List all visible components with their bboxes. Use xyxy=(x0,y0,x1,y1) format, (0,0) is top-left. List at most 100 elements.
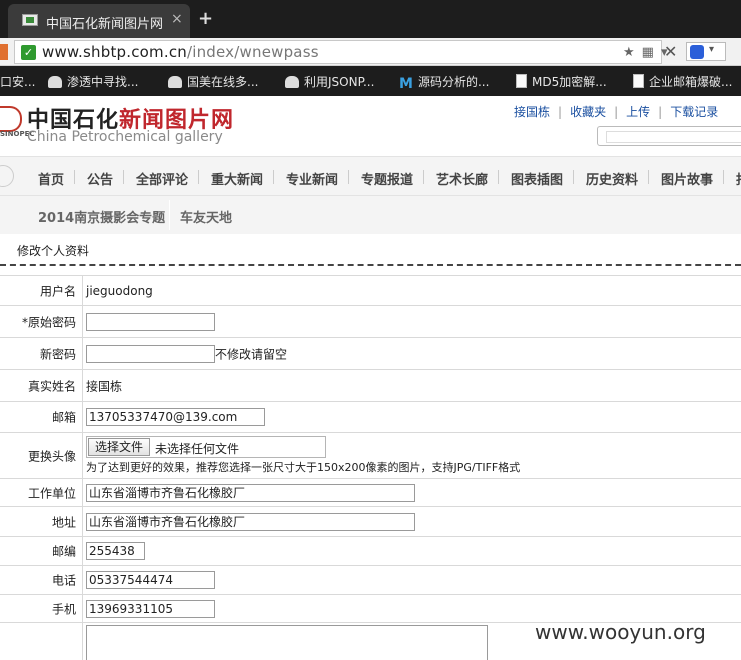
nav-item-art-gallery[interactable]: 艺术长廊 xyxy=(436,169,488,188)
tab-title: 中国石化新闻图片网 xyxy=(46,17,164,32)
zip-label: 邮编 xyxy=(0,537,83,565)
upload-link[interactable]: 上传 xyxy=(626,105,650,119)
nav-item-notice[interactable]: 公告 xyxy=(87,169,113,188)
bookmark-label: 渗透中寻找... xyxy=(67,75,139,89)
download-history-link[interactable]: 下载记录 xyxy=(670,105,718,119)
document-icon xyxy=(633,74,644,88)
label-text: 更换头像 xyxy=(27,449,76,463)
globe-icon xyxy=(0,165,14,187)
nav-divider xyxy=(74,170,75,184)
new-tab-button[interactable]: + xyxy=(198,8,213,29)
watermark-text: www.wooyun.org xyxy=(535,620,706,644)
address-label: 地址 xyxy=(0,507,83,536)
bookmark-item[interactable]: 企业邮箱爆破... xyxy=(633,73,732,90)
nav-item-history[interactable]: 历史资料 xyxy=(586,169,638,188)
qr-code-icon[interactable]: ▦ xyxy=(642,45,654,60)
url-path: /index/wnewpass xyxy=(186,43,319,61)
nav-divider xyxy=(498,170,499,184)
cloud-icon xyxy=(285,76,299,88)
stop-icon[interactable]: ✕ xyxy=(664,42,677,61)
label-text: 手机 xyxy=(51,602,76,616)
nav-item-special-reports[interactable]: 专题报道 xyxy=(361,169,413,188)
bookmark-item[interactable]: MD5加密解... xyxy=(516,73,607,90)
browser-tab[interactable]: 中国石化新闻图片网 × xyxy=(8,4,190,38)
site-header: SINOPEC 中国石化新闻图片网 China Petrochemical ga… xyxy=(0,96,741,156)
form-row-mobile: 手机 13969331105 xyxy=(0,595,741,623)
form-row-avatar: 更换头像 选择文件 未选择任何文件 为了达到更好的效果，推荐您选择一张尺寸大于1… xyxy=(0,433,741,479)
nav-divider xyxy=(348,170,349,184)
sub-nav: 2014南京摄影会专题 车友天地 xyxy=(0,196,741,234)
cloud-icon xyxy=(48,76,62,88)
old-password-label: *原始密码 xyxy=(0,306,83,337)
realname-label: 真实姓名 xyxy=(0,370,83,401)
nav-item-photo-stories[interactable]: 图片故事 xyxy=(661,169,713,188)
bookmark-item[interactable]: M 源码分析的... xyxy=(399,73,489,92)
browser-menu-icon[interactable] xyxy=(0,44,8,60)
realname-value: 接国栋 xyxy=(86,379,123,393)
label-text: 真实姓名 xyxy=(27,379,76,393)
nav-item-comments[interactable]: 全部评论 xyxy=(136,169,188,188)
nav-divider xyxy=(648,170,649,184)
nav-item-charts[interactable]: 图表插图 xyxy=(511,169,563,188)
phone-label: 电话 xyxy=(0,566,83,594)
textarea-field[interactable] xyxy=(86,625,488,660)
url-text[interactable]: www.shbtp.com.cn/index/wnewpass xyxy=(42,43,319,61)
browser-tab-bar: 中国石化新闻图片网 × + xyxy=(0,0,741,38)
form-row-zip: 邮编 255438 xyxy=(0,537,741,566)
favorites-link[interactable]: 收藏夹 xyxy=(570,105,606,119)
search-engine-selector[interactable]: ▾ xyxy=(686,42,726,61)
bookmark-item[interactable]: 利用JSONP... xyxy=(285,73,374,90)
company-label: 工作单位 xyxy=(0,479,83,506)
label-text: 工作单位 xyxy=(27,486,76,500)
page-title: 修改个人资料 xyxy=(17,244,90,258)
bookmark-item[interactable]: 渗透中寻找... xyxy=(48,73,138,90)
divider: | xyxy=(614,105,619,119)
bookmark-item[interactable]: 国美在线多... xyxy=(168,73,258,90)
close-tab-icon[interactable]: × xyxy=(171,11,183,27)
old-password-field[interactable] xyxy=(86,313,215,331)
choose-file-button[interactable]: 选择文件 xyxy=(88,438,151,456)
file-status-text: 未选择任何文件 xyxy=(155,442,240,456)
label-text: 邮箱 xyxy=(51,410,76,425)
form-row-company: 工作单位 山东省淄博市齐鲁石化橡胶厂 xyxy=(0,479,741,507)
divider: | xyxy=(658,105,663,119)
secure-check-icon: ✓ xyxy=(21,45,36,60)
mobile-label: 手机 xyxy=(0,595,83,622)
nav-divider xyxy=(198,170,199,184)
m-logo-icon: M xyxy=(399,76,413,92)
nav-item-more[interactable]: 报 xyxy=(736,169,741,188)
subnav-item-nanjing-photo[interactable]: 2014南京摄影会专题 xyxy=(38,207,165,226)
bookmark-item[interactable]: 口安... xyxy=(0,73,35,90)
url-field[interactable]: ✓ www.shbtp.com.cn/index/wnewpass ★ ▦ ▾ xyxy=(14,40,667,64)
new-password-field[interactable] xyxy=(86,345,215,363)
star-icon[interactable]: ★ xyxy=(623,45,635,60)
phone-field[interactable]: 05337544474 xyxy=(86,571,215,589)
nav-divider xyxy=(123,170,124,184)
sinopec-logo-icon[interactable] xyxy=(0,106,22,132)
avatar-file-input[interactable]: 选择文件 未选择任何文件 xyxy=(86,436,326,458)
zip-field[interactable]: 255438 xyxy=(86,542,145,560)
label-text: 用户名 xyxy=(39,284,76,298)
site-logo-subtitle: China Petrochemical gallery xyxy=(27,129,223,145)
site-search-input[interactable] xyxy=(597,126,741,146)
nav-divider xyxy=(273,170,274,184)
nav-item-professional-news[interactable]: 专业新闻 xyxy=(286,169,338,188)
main-nav: 首页 公告 全部评论 重大新闻 专业新闻 专题报道 艺术长廊 图表插图 历史资料… xyxy=(0,156,741,196)
form-row-realname: 真实姓名 接国栋 xyxy=(0,370,741,402)
company-field[interactable]: 山东省淄博市齐鲁石化橡胶厂 xyxy=(86,484,415,502)
address-field[interactable]: 山东省淄博市齐鲁石化橡胶厂 xyxy=(86,513,415,531)
address-bar-row: ✓ www.shbtp.com.cn/index/wnewpass ★ ▦ ▾ ✕ … xyxy=(0,38,741,66)
email-field[interactable]: 13705337470@139.com xyxy=(86,408,265,426)
username-value: jieguodong xyxy=(86,283,153,298)
label-text: 新密码 xyxy=(39,347,76,361)
nav-item-home[interactable]: 首页 xyxy=(38,169,64,188)
mobile-field[interactable]: 13969331105 xyxy=(86,600,215,618)
bookmark-label: 国美在线多... xyxy=(187,75,259,89)
form-row-username: 用户名 jieguodong xyxy=(0,275,741,306)
avatar-label: 更换头像 xyxy=(0,433,83,478)
nav-item-major-news[interactable]: 重大新闻 xyxy=(211,169,263,188)
dashed-divider xyxy=(0,264,741,266)
user-link[interactable]: 接国栋 xyxy=(514,105,550,119)
email-label: 邮箱 xyxy=(0,402,83,432)
subnav-item-car-club[interactable]: 车友天地 xyxy=(180,207,232,226)
